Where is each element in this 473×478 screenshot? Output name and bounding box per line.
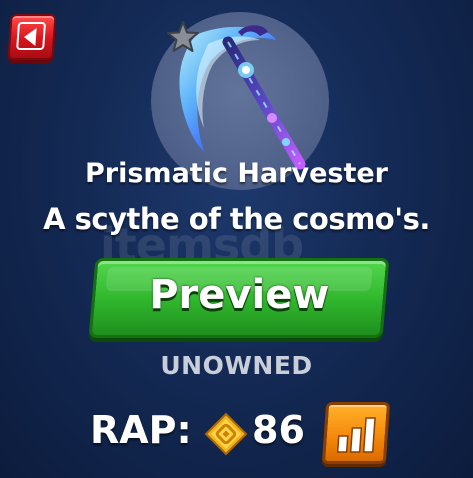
back-button[interactable] bbox=[7, 14, 57, 60]
favorite-star-icon[interactable] bbox=[166, 20, 200, 54]
rap-value: 86 bbox=[252, 408, 305, 452]
bar-chart-icon bbox=[336, 417, 376, 453]
back-arrow-icon bbox=[24, 28, 37, 46]
value-chart-button[interactable] bbox=[321, 402, 391, 464]
preview-button[interactable]: Preview bbox=[88, 258, 390, 338]
item-info-panel: itemsdb Prismatic Harvester A scythe of … bbox=[0, 0, 473, 478]
preview-button-label: Preview bbox=[149, 272, 330, 318]
ownership-status: UNOWNED bbox=[160, 351, 313, 380]
robux-coin-icon bbox=[204, 412, 248, 456]
item-name: Prismatic Harvester bbox=[85, 158, 388, 189]
item-description: A scythe of the cosmo's. bbox=[43, 202, 430, 236]
rap-label: RAP: bbox=[90, 408, 192, 452]
rap-row: RAP: 86 bbox=[90, 402, 400, 464]
